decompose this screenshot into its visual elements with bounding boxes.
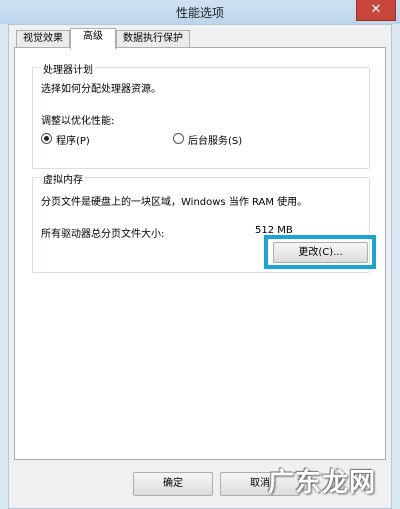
title-bar: 性能选项 ✕ xyxy=(0,0,400,24)
programs-radio[interactable] xyxy=(41,133,52,144)
processor-group-label: 处理器计划 xyxy=(41,61,95,76)
tab-data-execution-prevention[interactable]: 数据执行保护 xyxy=(116,30,190,47)
virtual-memory-group-label: 虚拟内存 xyxy=(41,171,85,186)
close-button[interactable]: ✕ xyxy=(356,0,396,21)
programs-radio-label[interactable]: 程序(P) xyxy=(56,132,90,147)
window-title: 性能选项 xyxy=(175,6,224,20)
tab-visual-effects[interactable]: 视觉效果 xyxy=(16,30,70,47)
ok-button[interactable]: 确定 xyxy=(133,472,213,496)
background-services-radio-label[interactable]: 后台服务(S) xyxy=(188,132,242,147)
highlight-box xyxy=(264,235,376,269)
background-services-radio[interactable] xyxy=(173,133,184,144)
processor-description: 选择如何分配处理器资源。 xyxy=(41,84,161,95)
performance-prompt: 调整以优化性能: xyxy=(41,116,115,127)
tab-advanced[interactable]: 高级 xyxy=(70,28,116,49)
paging-file-total-label: 所有驱动器总分页文件大小: xyxy=(41,229,165,240)
watermark-text: 广东龙网 xyxy=(268,468,377,498)
radio-selected-dot xyxy=(44,136,49,141)
virtual-memory-description: 分页文件是硬盘上的一块区域，Windows 当作 RAM 使用。 xyxy=(41,197,308,208)
